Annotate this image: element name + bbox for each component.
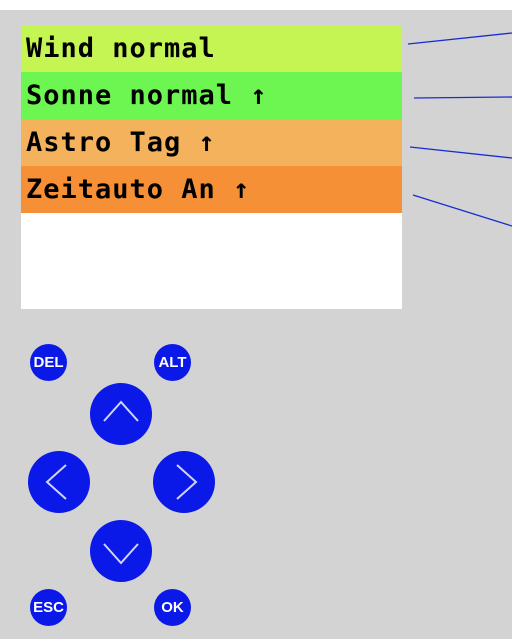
chevron-right-icon	[176, 464, 198, 500]
status-line-wind: Wind normal	[21, 25, 402, 72]
down-button[interactable]	[90, 520, 152, 582]
alt-button[interactable]: ALT	[154, 344, 191, 381]
chevron-up-icon	[103, 400, 139, 422]
status-line-sun: Sonne normal ↑	[21, 72, 402, 119]
del-button[interactable]: DEL	[30, 344, 67, 381]
chevron-down-icon	[103, 543, 139, 565]
lcd-display: Wind normal Sonne normal ↑ Astro Tag ↑ Z…	[21, 25, 402, 309]
right-button[interactable]	[153, 451, 215, 513]
esc-button[interactable]: ESC	[30, 589, 67, 626]
left-button[interactable]	[28, 451, 90, 513]
status-line-astro: Astro Tag ↑	[21, 119, 402, 166]
up-button[interactable]	[90, 383, 152, 445]
status-line-time-auto: Zeitauto An ↑	[21, 166, 402, 213]
ok-button[interactable]: OK	[154, 589, 191, 626]
chevron-left-icon	[45, 464, 67, 500]
